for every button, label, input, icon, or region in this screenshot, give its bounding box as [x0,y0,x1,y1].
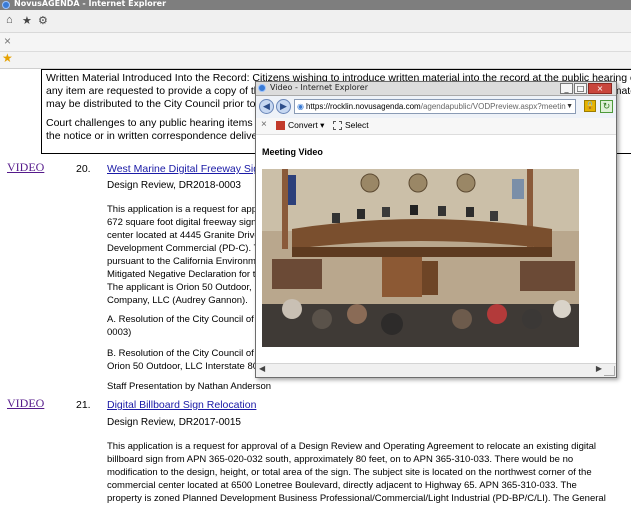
close-tab-icon[interactable]: × [4,34,11,48]
popup-titlebar[interactable]: Video - Internet Explorer _ □ × [256,82,616,96]
desc-line: Mitigated Negative Declaration for th [107,269,261,280]
horizontal-scrollbar[interactable]: ◀ ▶ [256,363,616,377]
desc-line: pursuant to the California Environmen [107,256,267,267]
tools-gear-icon[interactable]: ⚙ [38,14,48,27]
desc-line: modification to the design, height, or t… [107,467,592,478]
popup-address-bar: ◀ ▶ ◉ https://rocklin.novusagenda.com/age… [256,96,616,118]
popup-toolbar: × Convert ▾ Select [256,118,616,135]
security-lock-icon[interactable]: 🔒 [584,100,596,112]
resolution-line: A. Resolution of the City Council of [107,314,254,325]
design-review-id: Design Review, DR2018-0003 [107,180,241,191]
browser-titlebar: NovusAGENDA - Internet Explorer [0,0,631,10]
refresh-icon[interactable]: ↻ [600,100,613,113]
desc-line: Company, LLC (Audrey Gannon). [107,295,248,306]
url-path: /agendapublic/VODPreview.aspx?meetin [420,102,566,111]
desc-line: This application is a request for appro [107,204,266,215]
design-review-id: Design Review, DR2017-0015 [107,417,241,428]
scroll-left-icon[interactable]: ◀ [259,364,265,373]
resize-grip-icon[interactable] [604,366,615,376]
command-bar: ⌂ ★ ⚙ [0,10,631,33]
back-arrow-icon[interactable]: ◀ [259,99,274,114]
resolution-line: 0003) [107,327,132,338]
popup-title: Video - Internet Explorer [270,83,369,92]
close-button[interactable]: × [588,83,612,94]
convert-label: Convert [288,120,318,130]
item-title-link[interactable]: West Marine Digital Freeway Sign [107,163,265,175]
favorites-bar: ★ [0,51,631,69]
select-icon [333,121,342,131]
desc-line: property is zoned Planned Development Bu… [107,493,606,504]
select-button[interactable]: Select [333,120,369,131]
ie-logo-icon [2,1,10,9]
dropdown-icon[interactable]: ▼ [566,100,573,113]
pdf-convert-icon [276,121,285,131]
select-label: Select [345,120,369,130]
video-link[interactable]: VIDEO [7,396,44,411]
tab-row: × [0,33,631,52]
meeting-video-heading: Meeting Video [262,147,323,157]
browser-title: NovusAGENDA - Internet Explorer [14,0,167,8]
resolution-line: Orion 50 Outdoor, LLC Interstate 80 a [107,361,266,372]
minimize-button[interactable]: _ [560,83,573,94]
staff-presentation: Staff Presentation by Nathan Anderson [107,381,272,392]
desc-line: Development Commercial (PD-C). The [107,243,270,254]
url-field[interactable]: ◉ https://rocklin.novusagenda.com/agendap… [294,99,576,114]
forward-arrow-icon[interactable]: ▶ [276,99,291,114]
video-player[interactable] [262,169,579,347]
scroll-right-icon[interactable]: ▶ [596,364,602,373]
favorites-star-icon[interactable]: ★ [22,14,32,27]
item-number: 20. [76,163,91,175]
url-domain: https://rocklin.novusagenda.com [305,102,421,111]
council-chamber-video-frame [262,169,579,347]
item-title-link[interactable]: Digital Billboard Sign Relocation [107,399,256,411]
video-link[interactable]: VIDEO [7,160,44,175]
page-icon: ◉ [297,102,304,111]
item-description: This application is a request for appro … [107,203,272,307]
desc-line: The applicant is Orion 50 Outdoor, LLC [107,282,272,293]
close-toolbar-icon[interactable]: × [261,119,267,130]
desc-line: commercial center located at 6500 Lonetr… [107,480,577,491]
ie-logo-icon [258,84,266,92]
desc-line: center located at 4445 Granite Drive, [107,230,263,241]
desc-line: This application is a request for approv… [107,441,596,452]
desc-line: billboard sign from APN 365-020-032 sout… [107,454,574,465]
home-icon[interactable]: ⌂ [6,14,13,26]
video-popup-window: Video - Internet Explorer _ □ × ◀ ▶ ◉ htt… [255,81,617,378]
resolution-a: A. Resolution of the City Council of 000… [107,313,267,339]
add-favorite-icon[interactable]: ★ [2,51,13,65]
item-number: 21. [76,399,91,411]
maximize-button[interactable]: □ [574,83,587,94]
desc-line: 672 square foot digital freeway sign a [107,217,265,228]
item-description: This application is a request for approv… [107,440,622,505]
convert-button[interactable]: Convert ▾ [276,120,324,131]
resolution-line: B. Resolution of the City Council of [107,348,254,359]
resolution-b: B. Resolution of the City Council of Ori… [107,347,267,373]
